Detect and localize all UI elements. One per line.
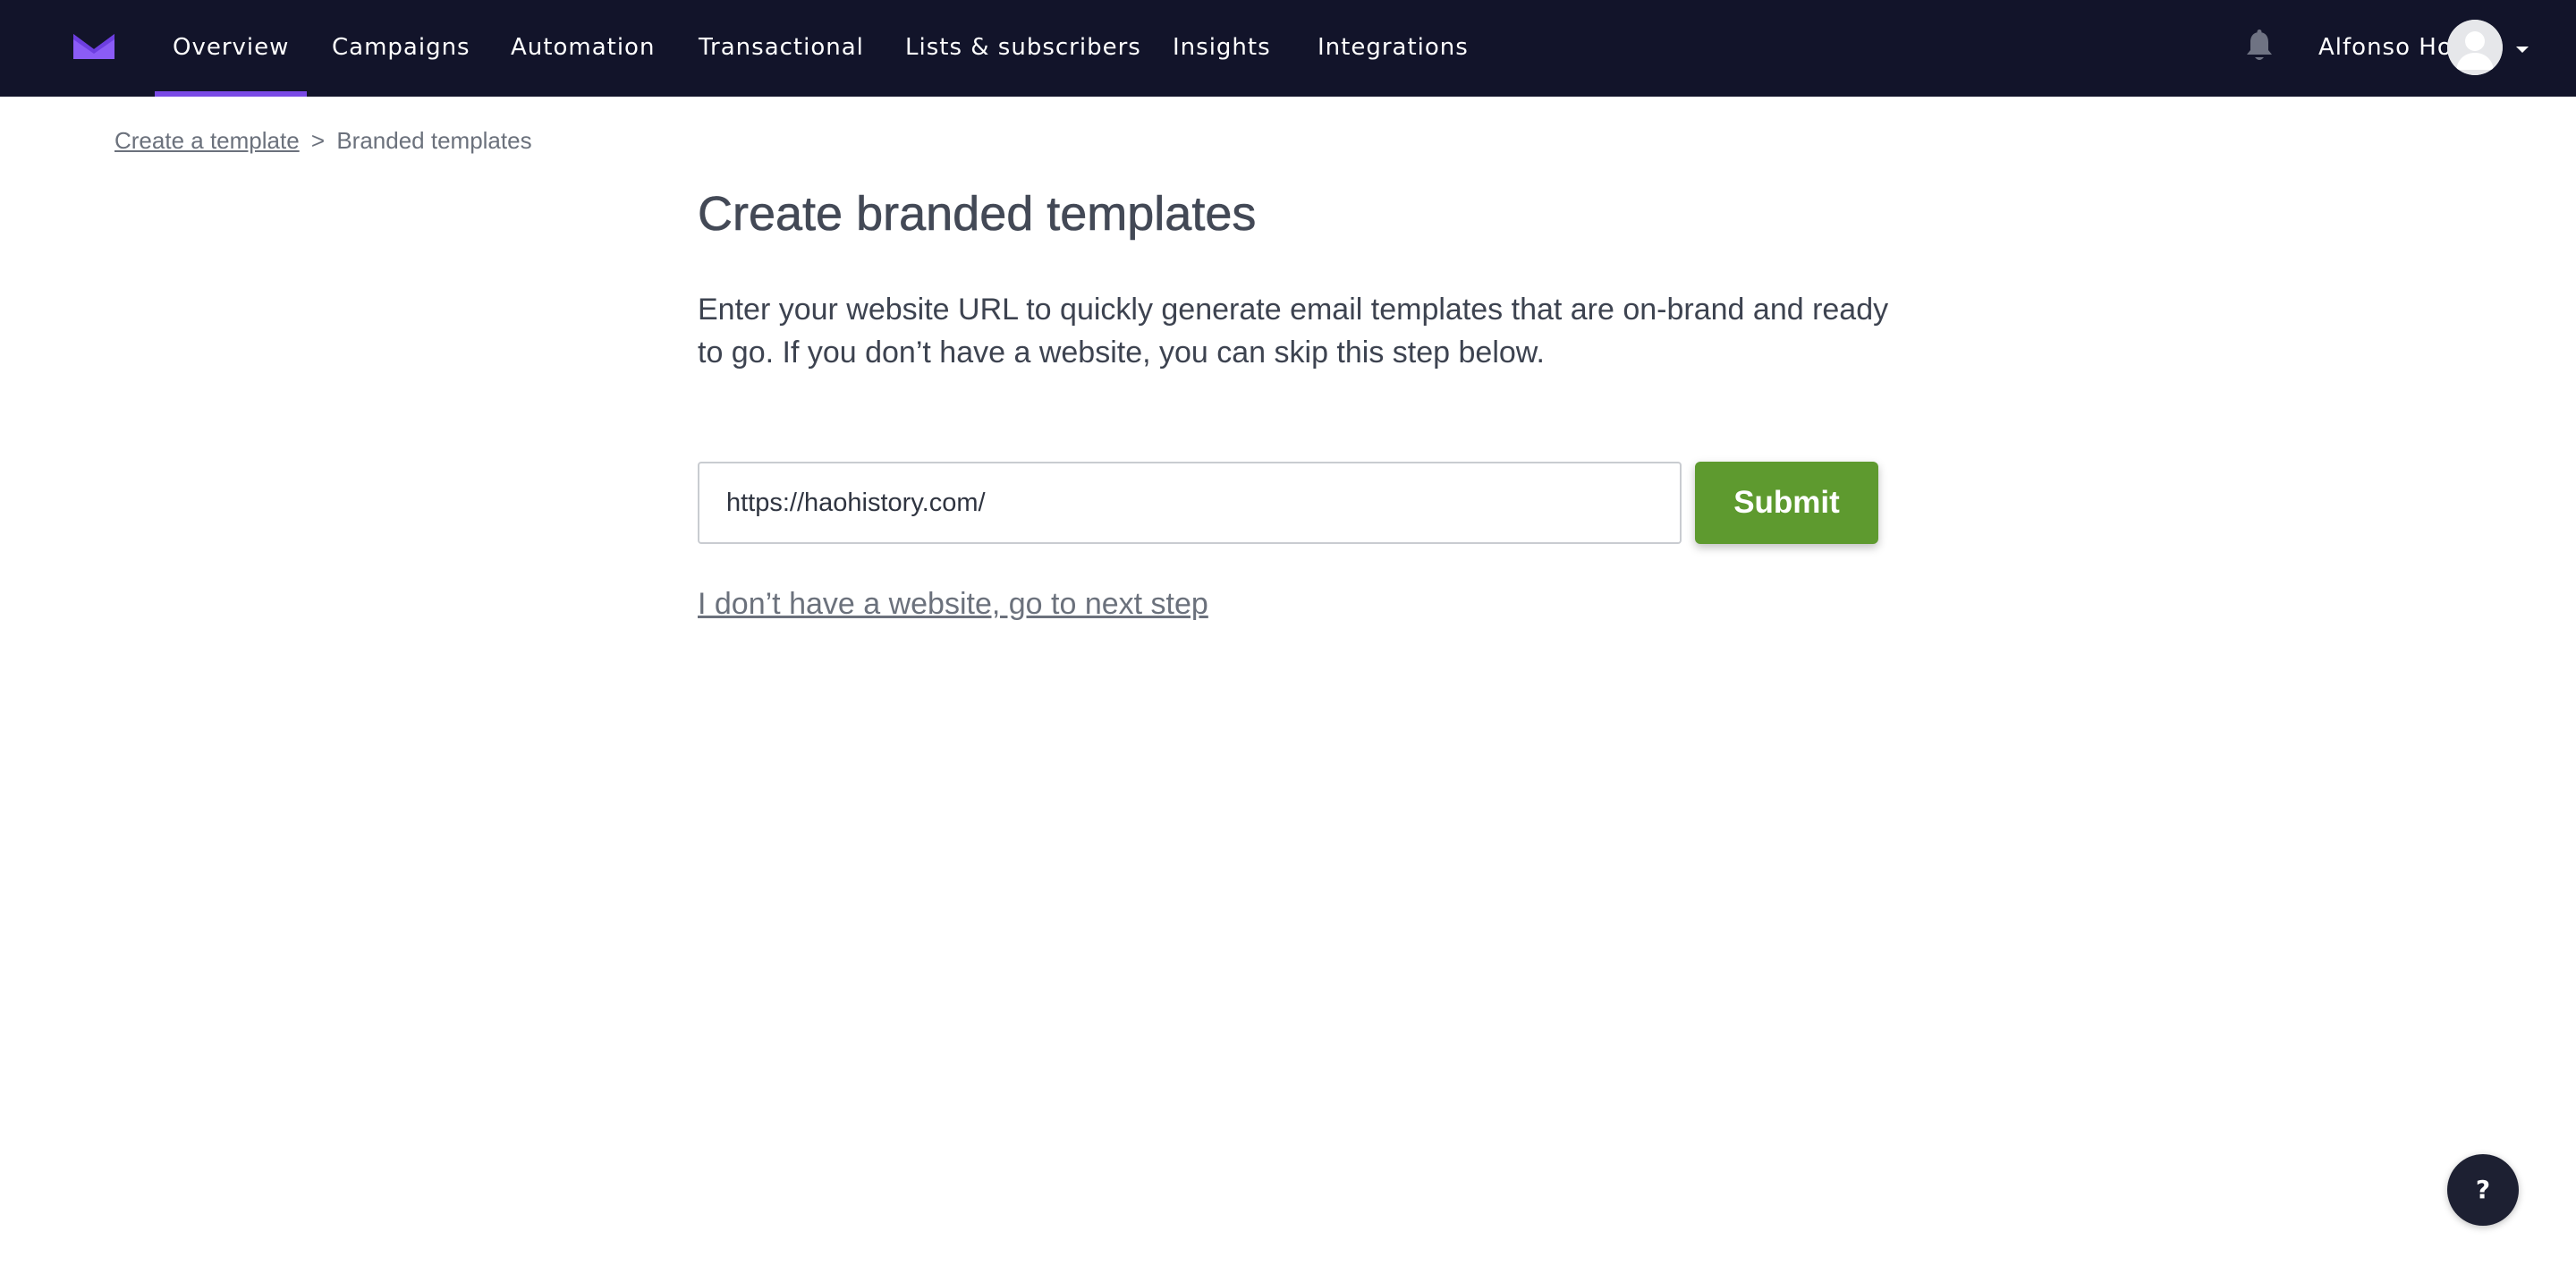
caret-down-icon[interactable] bbox=[2513, 43, 2531, 55]
user-name[interactable]: Alfonso Ho bbox=[2318, 0, 2453, 95]
help-button[interactable]: ? bbox=[2447, 1154, 2519, 1226]
nav-item-overview[interactable]: Overview bbox=[154, 0, 308, 97]
nav-item-transactional[interactable]: Transactional bbox=[699, 0, 864, 97]
nav-item-automation[interactable]: Automation bbox=[511, 0, 655, 97]
page-description: Enter your website URL to quickly genera… bbox=[698, 293, 1889, 370]
bell-icon[interactable] bbox=[2243, 29, 2275, 64]
nav-item-lists-subscribers[interactable]: Lists & subscribers bbox=[905, 0, 1141, 97]
website-url-input[interactable] bbox=[698, 462, 1682, 544]
breadcrumb: Create a template > Branded templates bbox=[114, 127, 532, 155]
submit-button[interactable]: Submit bbox=[1695, 462, 1878, 544]
envelope-logo-icon[interactable] bbox=[73, 32, 114, 61]
skip-step-link[interactable]: I don’t have a website, go to next step bbox=[698, 587, 1208, 622]
breadcrumb-separator: > bbox=[310, 127, 326, 154]
nav-item-integrations[interactable]: Integrations bbox=[1318, 0, 1469, 97]
nav-item-insights[interactable]: Insights bbox=[1173, 0, 1271, 97]
top-navigation: Overview Campaigns Automation Transactio… bbox=[0, 0, 2576, 97]
breadcrumb-link-create-template[interactable]: Create a template bbox=[114, 127, 300, 154]
breadcrumb-current: Branded templates bbox=[336, 127, 532, 154]
page-title: Create branded templates bbox=[698, 187, 1257, 242]
avatar-icon[interactable] bbox=[2447, 20, 2503, 75]
nav-item-campaigns[interactable]: Campaigns bbox=[332, 0, 470, 97]
